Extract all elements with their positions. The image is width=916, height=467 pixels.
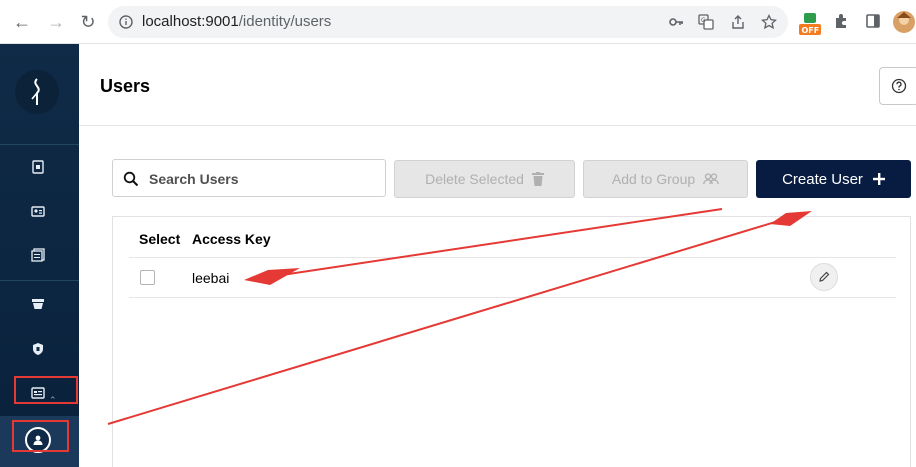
sidebar-item-access-keys[interactable] (24, 197, 52, 225)
reload-icon[interactable]: ↻ (76, 10, 100, 34)
column-header-select: Select (139, 231, 181, 247)
tiers-icon (32, 299, 44, 309)
create-user-button[interactable]: Create User (756, 160, 911, 198)
access-keys-icon (31, 206, 45, 217)
add-to-group-label: Add to Group (611, 171, 696, 187)
create-user-label: Create User (782, 170, 863, 188)
forward-icon[interactable]: → (44, 10, 68, 34)
delete-selected-button[interactable]: Delete Selected (394, 160, 575, 198)
search-input[interactable] (149, 169, 369, 189)
pencil-icon (819, 271, 830, 282)
search-icon (123, 171, 139, 187)
star-icon[interactable] (761, 14, 777, 30)
url-path: /identity/users (238, 13, 332, 30)
svg-text:G: G (701, 17, 706, 24)
help-button[interactable] (879, 67, 916, 105)
extension-off-icon[interactable]: OFF (798, 12, 822, 36)
page-title: Users (100, 76, 151, 96)
buckets-icon (32, 160, 44, 174)
plus-icon (872, 173, 885, 185)
sidebar: ⌃ (0, 44, 79, 467)
key-icon[interactable] (668, 14, 684, 30)
annotation-highlight-avatar (12, 420, 69, 452)
ext-badge-text: OFF (802, 26, 820, 35)
translate-icon[interactable]: G (698, 14, 714, 30)
info-icon[interactable] (118, 14, 134, 30)
sidebar-item-buckets[interactable] (24, 153, 52, 181)
url-text[interactable]: localhost:9001/identity/users (142, 13, 331, 30)
header-divider (129, 257, 896, 258)
delete-selected-label: Delete Selected (425, 171, 524, 187)
sidebar-item-tiers[interactable] (24, 290, 52, 318)
policies-icon (33, 343, 43, 355)
help-icon (891, 78, 907, 94)
annotation-highlight-identity (14, 376, 78, 404)
share-icon[interactable] (730, 14, 746, 30)
sidebar-item-policies[interactable] (24, 335, 52, 363)
row-select-checkbox[interactable] (140, 270, 155, 285)
search-users-field[interactable] (112, 159, 386, 197)
column-header-access-key[interactable]: Access Key (192, 231, 271, 247)
puzzle-icon[interactable] (830, 10, 852, 32)
back-icon[interactable]: ← (10, 10, 34, 34)
add-to-group-button[interactable]: Add to Group (583, 160, 748, 198)
side-panel-icon[interactable] (862, 10, 884, 32)
profile-avatar-icon[interactable] (892, 10, 916, 34)
sidebar-divider (0, 144, 79, 145)
documentation-icon (31, 248, 45, 262)
minio-logo[interactable] (15, 70, 59, 114)
users-table: Select Access Key leebai (112, 216, 911, 467)
row-divider (129, 297, 896, 298)
url-host: localhost:9001 (142, 13, 239, 30)
group-icon (703, 173, 719, 185)
page-header: Users (79, 44, 916, 126)
edit-user-button[interactable] (810, 263, 838, 291)
browser-toolbar: ← → ↻ localhost:9001/identity/users G OF… (0, 0, 916, 44)
sidebar-item-documentation[interactable] (24, 241, 52, 269)
address-bar[interactable]: localhost:9001/identity/users G (108, 6, 788, 38)
trash-icon (531, 172, 544, 186)
sidebar-divider (0, 280, 79, 281)
access-key-cell[interactable]: leebai (192, 270, 229, 286)
